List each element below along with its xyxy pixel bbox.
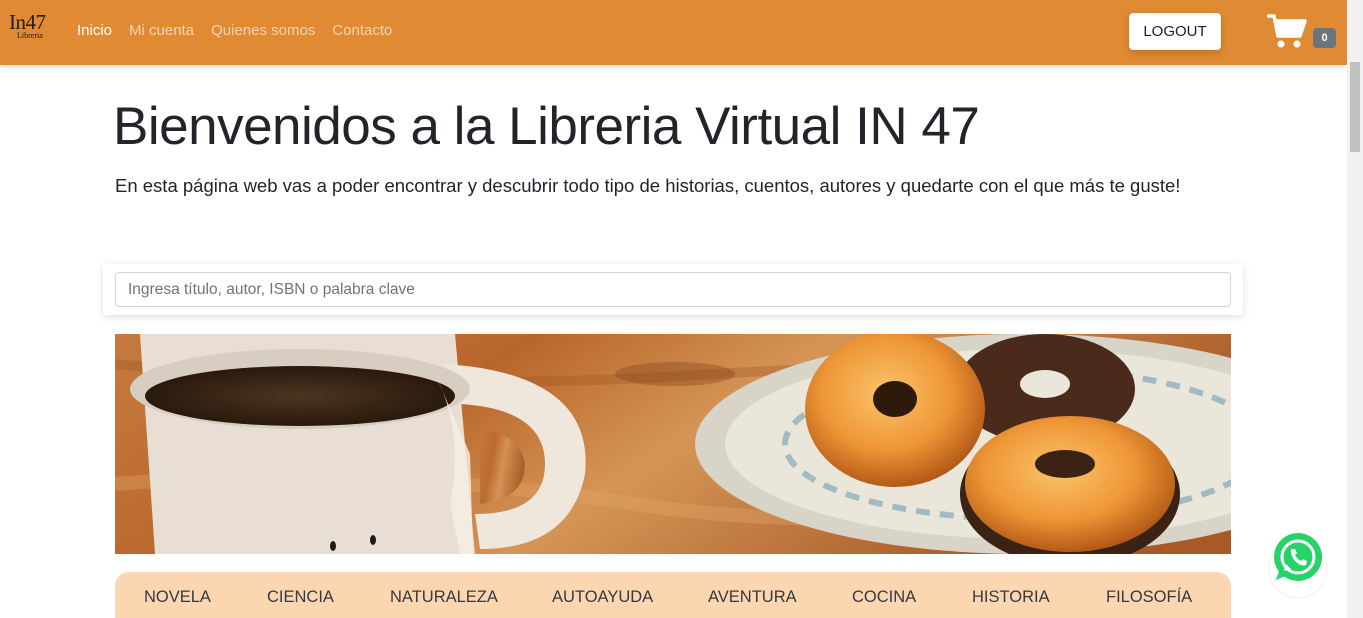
cart-count-badge: 0 bbox=[1313, 28, 1336, 48]
nav-link-mi-cuenta[interactable]: Mi cuenta bbox=[129, 22, 194, 39]
category-historia[interactable]: HISTORIA bbox=[972, 588, 1050, 607]
navbar: In47 Libreria Inicio Mi cuenta Quienes s… bbox=[0, 0, 1347, 65]
page-scrollbar[interactable] bbox=[1347, 0, 1363, 618]
category-filosofia[interactable]: FILOSOFÍA bbox=[1106, 588, 1192, 607]
category-aventura[interactable]: AVENTURA bbox=[708, 588, 797, 607]
search-input[interactable] bbox=[115, 272, 1231, 307]
brand-name: In47 bbox=[9, 10, 46, 34]
category-autoayuda[interactable]: AUTOAYUDA bbox=[552, 588, 653, 607]
nav-link-contacto[interactable]: Contacto bbox=[332, 22, 392, 39]
page-subtitle: En esta página web vas a poder encontrar… bbox=[115, 175, 1181, 196]
logout-button[interactable]: LOGOUT bbox=[1129, 13, 1221, 50]
nav-link-inicio[interactable]: Inicio bbox=[77, 22, 112, 39]
nav-links: Inicio Mi cuenta Quienes somos Contacto bbox=[77, 22, 392, 39]
category-bar: NOVELA CIENCIA NATURALEZA AUTOAYUDA AVEN… bbox=[115, 572, 1231, 618]
page-title: Bienvenidos a la Libreria Virtual IN 47 bbox=[113, 97, 980, 156]
category-novela[interactable]: NOVELA bbox=[144, 588, 211, 607]
shopping-cart-icon[interactable] bbox=[1266, 12, 1307, 50]
category-cocina[interactable]: COCINA bbox=[852, 588, 916, 607]
nav-link-quienes-somos[interactable]: Quienes somos bbox=[211, 22, 315, 39]
brand-subtitle: Libreria bbox=[17, 31, 43, 40]
brand-logo[interactable]: In47 Libreria bbox=[9, 12, 53, 46]
scrollbar-thumb[interactable] bbox=[1350, 62, 1360, 152]
banner-image bbox=[115, 334, 1231, 554]
whatsapp-icon[interactable] bbox=[1268, 525, 1328, 605]
search-card bbox=[103, 264, 1243, 315]
category-ciencia[interactable]: CIENCIA bbox=[267, 588, 334, 607]
category-naturaleza[interactable]: NATURALEZA bbox=[390, 588, 498, 607]
